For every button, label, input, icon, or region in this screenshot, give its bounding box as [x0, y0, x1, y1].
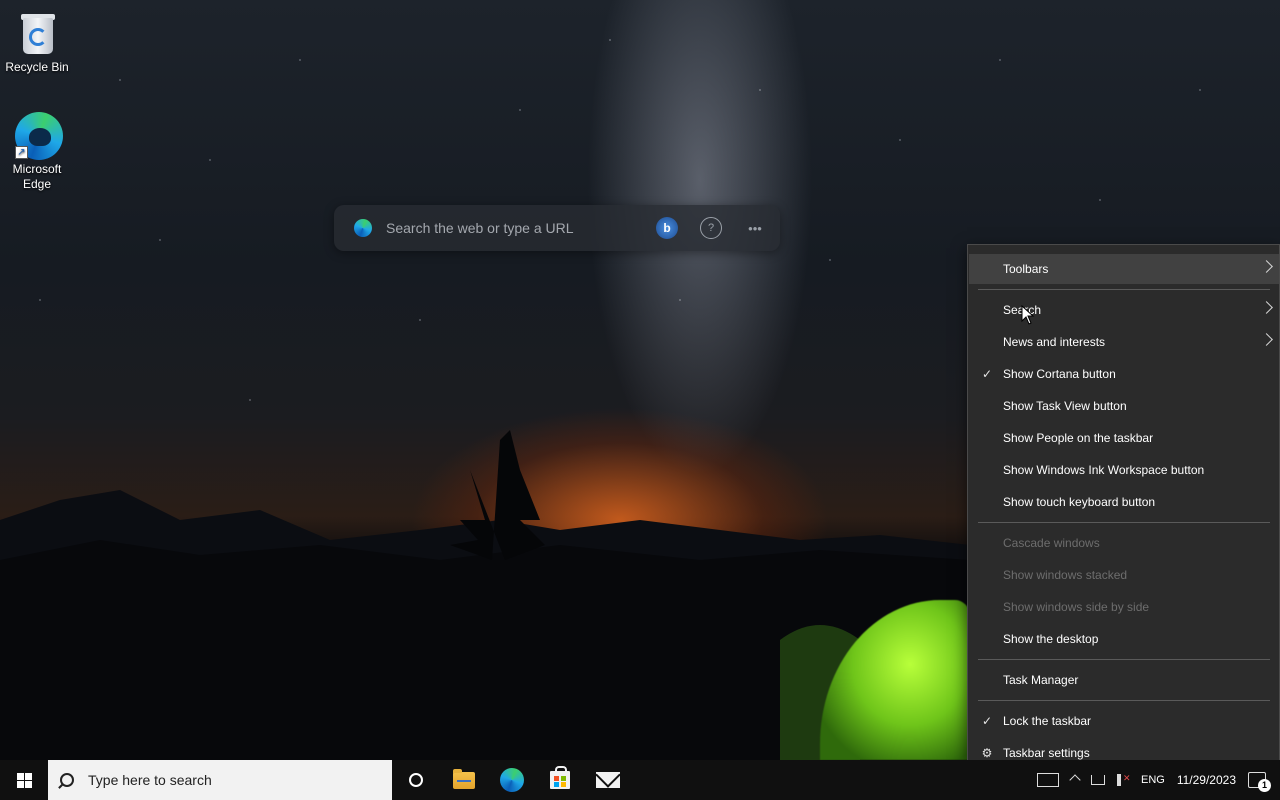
news-and-interests-icon[interactable]	[1036, 773, 1059, 787]
menu-separator	[978, 289, 1270, 290]
file-explorer-icon	[453, 768, 475, 789]
menu-item-label: Toolbars	[1003, 262, 1049, 276]
gear-icon: ⚙	[981, 746, 993, 760]
menu-item-label: Show windows stacked	[1003, 568, 1128, 582]
edge-logo-icon	[354, 219, 372, 237]
menu-item-label: Show windows side by side	[1003, 600, 1150, 614]
chevron-right-icon	[1260, 333, 1273, 346]
menu-item-label: Show Cortana button	[1003, 367, 1116, 381]
menu-separator	[978, 522, 1270, 523]
menu-item-label: Task Manager	[1003, 673, 1079, 687]
help-icon[interactable]: ?	[700, 217, 722, 239]
menu-item-label: Show Task View button	[1003, 399, 1127, 413]
edge-taskbar-button[interactable]	[488, 760, 536, 800]
checkmark-icon: ✓	[981, 367, 993, 381]
menu-item-show-the-desktop[interactable]: Show the desktop	[969, 624, 1279, 654]
menu-item-show-touch-keyboard[interactable]: Show touch keyboard button	[969, 487, 1279, 517]
menu-separator	[978, 700, 1270, 701]
edge-search-input[interactable]: Search the web or type a URL	[386, 220, 634, 236]
menu-item-show-windows-side-by-side: Show windows side by side	[969, 592, 1279, 622]
show-hidden-icons-icon[interactable]	[1069, 774, 1081, 786]
cortana-button[interactable]	[392, 760, 440, 800]
notification-count-badge: 1	[1258, 779, 1271, 792]
menu-separator	[978, 659, 1270, 660]
desktop-icon-microsoft-edge[interactable]: ↗ Microsoft Edge	[0, 110, 74, 192]
notification-icon: 1	[1248, 772, 1271, 792]
desktop-icon-label-line1: Microsoft	[12, 162, 62, 176]
menu-item-lock-the-taskbar[interactable]: ✓ Lock the taskbar	[969, 706, 1279, 736]
store-button[interactable]	[536, 760, 584, 800]
mouse-cursor-icon	[1021, 305, 1035, 325]
taskbar[interactable]: Type here to search ENG 11/29/2023 1	[0, 760, 1280, 800]
system-tray: ENG 11/29/2023 1	[1031, 760, 1280, 800]
menu-item-label: Show People on the taskbar	[1003, 431, 1154, 445]
chevron-right-icon	[1260, 301, 1273, 314]
mail-button[interactable]	[584, 760, 632, 800]
file-explorer-button[interactable]	[440, 760, 488, 800]
menu-item-label: Cascade windows	[1003, 536, 1100, 550]
taskbar-search-box[interactable]: Type here to search	[48, 760, 392, 800]
menu-item-show-people[interactable]: Show People on the taskbar	[969, 423, 1279, 453]
bing-icon[interactable]: b	[656, 217, 678, 239]
menu-item-label: Show Windows Ink Workspace button	[1003, 463, 1205, 477]
clock-date: 11/29/2023	[1176, 773, 1236, 787]
menu-item-show-windows-ink[interactable]: Show Windows Ink Workspace button	[969, 455, 1279, 485]
taskbar-search-input[interactable]: Type here to search	[88, 772, 212, 788]
recycle-bin-icon	[13, 8, 61, 56]
edge-search-widget[interactable]: Search the web or type a URL b ? •••	[334, 205, 780, 251]
start-button[interactable]	[0, 760, 48, 800]
menu-item-search[interactable]: Search	[969, 295, 1279, 325]
menu-item-toolbars[interactable]: Toolbars	[969, 254, 1279, 284]
menu-item-label: Show the desktop	[1003, 632, 1099, 646]
edge-icon: ↗	[13, 110, 63, 160]
edge-icon	[500, 768, 524, 792]
menu-item-task-manager[interactable]: Task Manager	[969, 665, 1279, 695]
desktop-icon-recycle-bin[interactable]: Recycle Bin	[0, 8, 74, 75]
cortana-icon	[409, 773, 423, 787]
menu-item-label: News and interests	[1003, 335, 1106, 349]
menu-item-news-and-interests[interactable]: News and interests	[969, 327, 1279, 357]
search-icon	[60, 773, 74, 787]
menu-item-show-cortana-button[interactable]: ✓ Show Cortana button	[969, 359, 1279, 389]
menu-item-show-task-view-button[interactable]: Show Task View button	[969, 391, 1279, 421]
menu-item-show-windows-stacked: Show windows stacked	[969, 560, 1279, 590]
menu-item-label: Show touch keyboard button	[1003, 495, 1156, 509]
desktop-icon-label: Recycle Bin	[5, 60, 69, 74]
menu-item-cascade-windows: Cascade windows	[969, 528, 1279, 558]
menu-item-label: Lock the taskbar	[1003, 714, 1092, 728]
windows-logo-icon	[16, 772, 32, 788]
checkmark-icon: ✓	[981, 714, 993, 728]
clock[interactable]: 11/29/2023	[1177, 773, 1236, 787]
mail-icon	[596, 772, 620, 788]
desktop-icon-label-line2: Edge	[22, 177, 52, 191]
action-center-button[interactable]: 1	[1248, 772, 1271, 792]
more-options-icon[interactable]: •••	[744, 217, 766, 239]
shortcut-arrow-icon: ↗	[15, 146, 28, 159]
language-indicator[interactable]: ENG	[1141, 774, 1165, 786]
network-icon[interactable]	[1090, 775, 1105, 785]
taskbar-context-menu: Toolbars Search News and interests ✓ Sho…	[967, 244, 1280, 777]
store-icon	[550, 766, 570, 789]
menu-item-label: Taskbar settings	[1003, 746, 1090, 760]
chevron-right-icon	[1260, 260, 1273, 273]
volume-muted-icon[interactable]	[1116, 773, 1131, 786]
